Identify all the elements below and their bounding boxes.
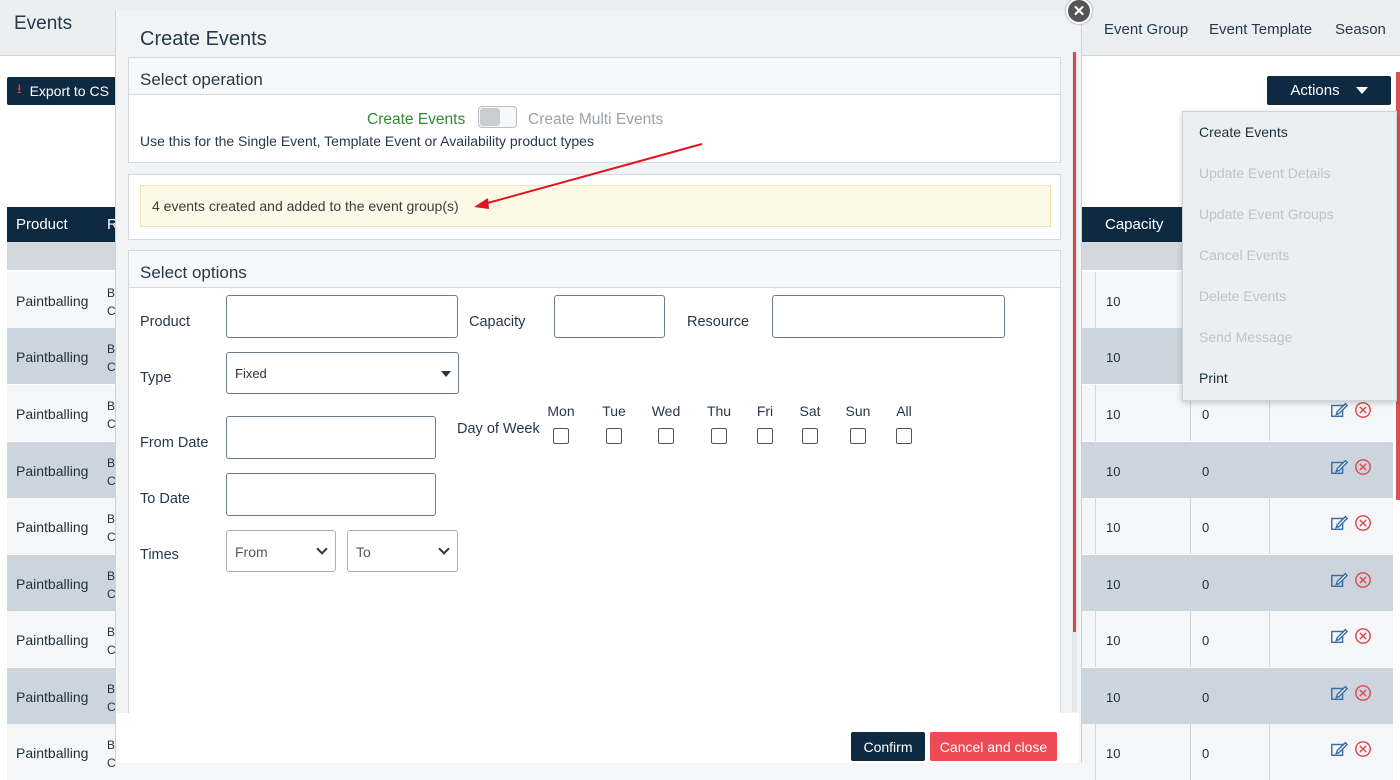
annotation-arrow	[474, 143, 703, 209]
